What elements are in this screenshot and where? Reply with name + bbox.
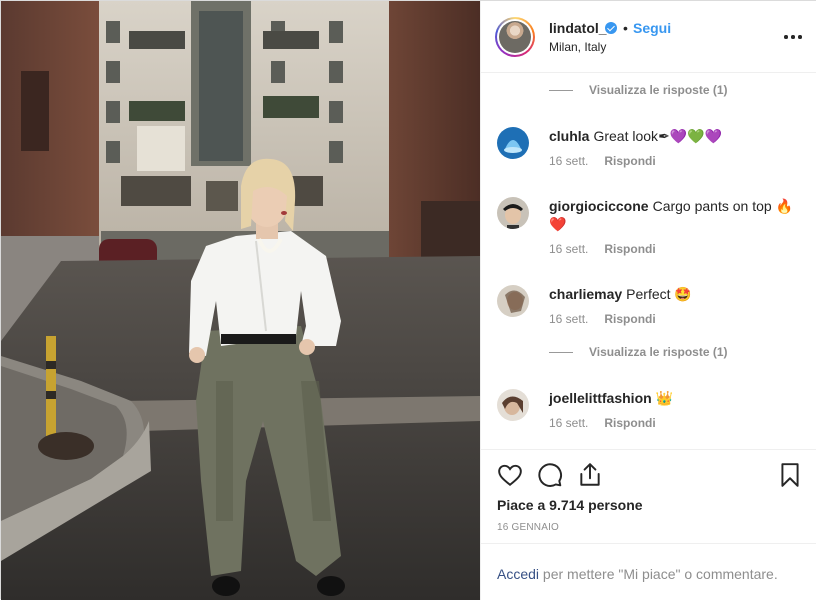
more-dot [784,35,788,39]
comment-time[interactable]: 16 sett. [549,312,588,326]
comment-text: Great look [593,128,659,144]
comment-meta: 16 sett. Rispondi [549,242,656,256]
post-photo[interactable] [1,1,480,600]
heart-icon[interactable] [497,462,523,488]
post-date[interactable]: 16 GENNAIO [497,522,559,533]
reply-button[interactable]: Rispondi [604,416,655,430]
verified-badge-icon [605,22,617,34]
post-location[interactable]: Milan, Italy [549,40,606,54]
comment-body: giorgiociccone Cargo pants on top 🔥❤️ [549,197,799,233]
commenter-avatar[interactable] [497,197,529,229]
comment-emoji: 👑 [655,390,674,406]
comment-body: joellelittfashion 👑 [549,389,799,407]
commenter-username[interactable]: charliemay [549,286,622,302]
comment-meta: 16 sett. Rispondi [549,312,656,326]
login-link[interactable]: Accedi [497,566,539,582]
reply-button[interactable]: Rispondi [604,312,655,326]
author-username[interactable]: lindatol_ [549,20,607,36]
comment-emoji: ✒💜💚💜 [658,128,723,144]
comment-emoji: 🤩 [674,286,692,302]
comment-time[interactable]: 16 sett. [549,242,588,256]
comment-meta: 16 sett. Rispondi [549,154,656,168]
post-header: lindatol_ • Segui Milan, Italy [481,1,816,73]
reply-button[interactable]: Rispondi [604,242,655,256]
comment-body: cluhla Great look✒💜💚💜 [549,127,799,145]
post-side-panel: lindatol_ • Segui Milan, Italy Visualizz… [480,1,816,600]
more-dot [798,35,802,39]
avatar-image [499,21,531,53]
view-replies-link[interactable]: Visualizza le risposte (1) [549,81,728,99]
commenter-username[interactable]: cluhla [549,128,589,144]
reply-button[interactable]: Rispondi [604,154,655,168]
commenter-avatar[interactable] [497,389,529,421]
separator-dot: • [623,20,628,36]
replies-divider [549,89,573,91]
post-actions: Piace a 9.714 persone 16 GENNAIO [481,449,816,543]
commenter-username[interactable]: joellelittfashion [549,390,652,406]
view-replies-link[interactable]: Visualizza le risposte (1) [549,343,728,361]
login-prompt-text: per mettere "Mi piace" o commentare. [539,566,778,582]
comment-time[interactable]: 16 sett. [549,416,588,430]
more-dot [791,35,795,39]
comments-list: Visualizza le risposte (1) cluhla Great l… [481,73,816,449]
author-avatar[interactable] [495,17,535,57]
comment-time[interactable]: 16 sett. [549,154,588,168]
replies-divider [549,351,573,353]
commenter-avatar[interactable] [497,127,529,159]
view-replies-label[interactable]: Visualizza le risposte (1) [589,83,728,97]
follow-button[interactable]: Segui [633,20,671,36]
login-prompt: Accedi per mettere "Mi piace" o commenta… [481,543,816,600]
commenter-username[interactable]: giorgiociccone [549,198,649,214]
comment-meta: 16 sett. Rispondi [549,416,656,430]
commenter-avatar[interactable] [497,285,529,317]
more-options-icon[interactable] [783,25,803,45]
bookmark-icon[interactable] [777,462,803,488]
comment-text: Cargo pants on top [652,198,772,214]
likes-count[interactable]: Piace a 9.714 persone [497,497,643,513]
comment-text: Perfect [626,286,671,302]
post-container: lindatol_ • Segui Milan, Italy Visualizz… [0,0,816,600]
share-icon[interactable] [577,462,603,488]
comment-body: charliemay Perfect 🤩 [549,285,799,303]
view-replies-label[interactable]: Visualizza le risposte (1) [589,345,728,359]
comment-icon[interactable] [537,462,563,488]
